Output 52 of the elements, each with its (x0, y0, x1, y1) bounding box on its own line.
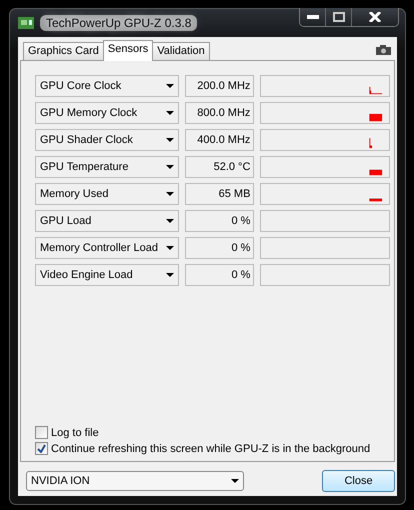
sensor-select[interactable]: Video Engine Load (35, 264, 179, 286)
caret-icon (166, 111, 174, 115)
sensor-value: 0 % (184, 210, 254, 232)
sensor-select[interactable]: GPU Core Clock (35, 75, 179, 97)
checkbox[interactable] (35, 426, 48, 439)
dropdown-value: NVIDIA ION (31, 475, 90, 487)
maximize-icon (332, 12, 344, 22)
sensor-value: 0 % (184, 264, 254, 286)
camera-icon (376, 45, 391, 55)
caret-icon (166, 219, 174, 223)
sensor-value: 800.0 MHz (184, 102, 254, 124)
caret-icon (166, 273, 174, 277)
tab[interactable]: Sensors (102, 40, 154, 61)
sensor-value: 65 MB (184, 183, 254, 205)
sensor-name: Memory Controller Load (40, 242, 158, 254)
sensor-name: GPU Shader Clock (40, 134, 133, 146)
checkbox-label: Log to file (51, 426, 99, 438)
checkbox[interactable] (35, 442, 48, 455)
maximize-button[interactable] (326, 8, 352, 26)
sensor-name: GPU Temperature (40, 161, 128, 173)
caret-icon (166, 165, 174, 169)
close-icon-button[interactable] (352, 8, 398, 26)
sensor-name: GPU Load (40, 215, 92, 227)
caret-icon (231, 479, 239, 483)
caret-icon (166, 84, 174, 88)
minimize-button[interactable] (300, 8, 326, 26)
tab[interactable]: Graphics Card (23, 42, 104, 60)
caret-icon (166, 246, 174, 250)
sensor-select[interactable]: Memory Controller Load (35, 237, 179, 259)
tab[interactable]: Validation (152, 42, 210, 60)
caret-icon (166, 192, 174, 196)
sensor-value: 200.0 MHz (184, 75, 254, 97)
sensor-name: GPU Memory Clock (40, 107, 138, 119)
checkbox-label: Continue refreshing this screen while GPU-Z is in the background (51, 442, 370, 454)
sensor-value: 0 % (184, 237, 254, 259)
caret-icon (166, 138, 174, 142)
check-icon (37, 444, 46, 453)
sensor-name: Memory Used (40, 188, 108, 200)
sensor-value: 400.0 MHz (184, 129, 254, 151)
minimize-icon (306, 15, 318, 19)
sensor-select[interactable]: GPU Memory Clock (35, 102, 179, 124)
sensor-select[interactable]: Memory Used (35, 183, 179, 205)
close-button[interactable]: Close (322, 470, 395, 492)
sensor-name: Video Engine Load (40, 269, 133, 281)
sensor-select[interactable]: GPU Load (35, 210, 179, 232)
sensor-name: GPU Core Clock (40, 80, 122, 92)
app-icon (18, 16, 34, 30)
close-icon (369, 12, 381, 22)
device-dropdown[interactable]: NVIDIA ION (26, 471, 244, 491)
sensor-select[interactable]: GPU Shader Clock (35, 129, 179, 151)
sensor-select[interactable]: GPU Temperature (35, 156, 179, 178)
sensor-value: 52.0 °C (184, 156, 254, 178)
